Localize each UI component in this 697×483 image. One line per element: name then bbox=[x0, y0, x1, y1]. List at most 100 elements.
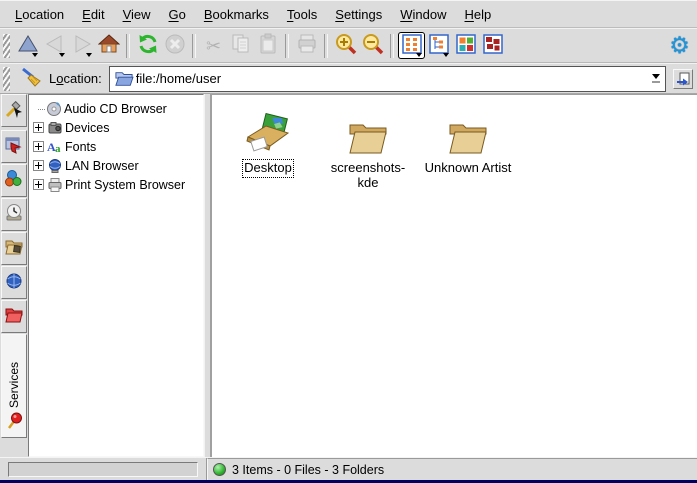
tree-guide bbox=[33, 99, 45, 118]
konqueror-gear-icon: ⚙ bbox=[669, 34, 690, 57]
reload-button[interactable] bbox=[134, 32, 161, 59]
home-button[interactable] bbox=[95, 32, 122, 59]
tree-view-dropdown-caret-icon bbox=[443, 53, 449, 57]
menubar: LocationEditViewGoBookmarksToolsSettings… bbox=[0, 1, 697, 28]
tree-item-devices[interactable]: Devices bbox=[33, 118, 203, 137]
configure-tools-icon bbox=[4, 99, 24, 122]
sidebar-tab-root-directory[interactable] bbox=[1, 300, 27, 333]
sidebar-configure-button[interactable] bbox=[1, 94, 27, 127]
sidebar-tab-web-sidebar[interactable] bbox=[1, 130, 27, 163]
menu-item-settings[interactable]: Settings bbox=[326, 4, 391, 25]
services-tab-label: Services bbox=[7, 362, 21, 408]
folder-icon bbox=[446, 105, 490, 157]
toolbar-separator bbox=[126, 34, 130, 58]
expand-plus-icon[interactable] bbox=[33, 122, 44, 133]
forward-dropdown-caret-icon bbox=[86, 53, 92, 57]
location-dropdown-button[interactable] bbox=[648, 68, 664, 90]
folder-icon bbox=[346, 105, 390, 157]
zoom-out-button[interactable] bbox=[359, 32, 386, 59]
stop-button[interactable] bbox=[161, 32, 188, 59]
dropdown-underline bbox=[652, 81, 660, 83]
tree-item-label: LAN Browser bbox=[65, 159, 139, 173]
go-button[interactable] bbox=[673, 69, 693, 89]
file-item-screenshots-kde[interactable]: screenshots-kde bbox=[318, 105, 418, 191]
audio-cd-icon bbox=[45, 101, 62, 117]
file-label: Unknown Artist bbox=[425, 161, 512, 176]
forward-button[interactable] bbox=[68, 32, 95, 59]
tree-item-print-system-browser[interactable]: Print System Browser bbox=[33, 175, 203, 194]
clear-location-broom-icon bbox=[20, 66, 42, 91]
printer-icon bbox=[46, 177, 63, 193]
sidebar-tab-services[interactable]: Services bbox=[1, 334, 27, 438]
services-tree-panel: Audio CD Browser Devices A bbox=[28, 94, 204, 457]
expand-plus-icon[interactable] bbox=[33, 160, 44, 171]
tree-item-label: Devices bbox=[65, 121, 109, 135]
tree-item-label: Fonts bbox=[65, 140, 96, 154]
green-led-icon bbox=[213, 463, 226, 476]
fonts-icon: A a bbox=[46, 139, 63, 155]
menu-item-window[interactable]: Window bbox=[391, 4, 455, 25]
file-item-desktop[interactable]: Desktop bbox=[218, 105, 318, 176]
window-red-arrow-icon bbox=[4, 135, 24, 158]
print-button[interactable] bbox=[293, 32, 320, 59]
up-button[interactable] bbox=[14, 32, 41, 59]
menu-item-go[interactable]: Go bbox=[160, 4, 195, 25]
location-input[interactable] bbox=[134, 71, 648, 86]
go-enter-icon bbox=[675, 71, 691, 87]
network-globe-icon bbox=[4, 271, 24, 294]
tree-item-label: Audio CD Browser bbox=[64, 102, 167, 116]
cut-button[interactable]: ✂ bbox=[200, 32, 227, 59]
sidebar-tab-network[interactable] bbox=[1, 266, 27, 299]
back-button[interactable] bbox=[41, 32, 68, 59]
open-folder-icon bbox=[114, 70, 134, 88]
tree-item-lan-browser[interactable]: LAN Browser bbox=[33, 156, 203, 175]
expand-plus-icon[interactable] bbox=[33, 179, 44, 190]
red-folder-icon bbox=[4, 305, 24, 328]
multicolumn-view-icon bbox=[455, 33, 477, 58]
sidebar-tab-applications[interactable] bbox=[1, 164, 27, 197]
zoom-in-magnifier-icon bbox=[335, 33, 357, 58]
text-view-button[interactable] bbox=[479, 32, 506, 59]
location-label: Location: bbox=[49, 71, 102, 86]
toolbar-drag-handle[interactable] bbox=[3, 34, 10, 58]
toolbar-separator bbox=[285, 34, 289, 58]
icon-view-button[interactable] bbox=[398, 32, 425, 59]
konqueror-button[interactable]: ⚙ bbox=[666, 32, 693, 59]
services-pin-icon bbox=[5, 412, 23, 433]
reload-icon bbox=[137, 33, 159, 58]
clear-location-button[interactable] bbox=[18, 66, 43, 91]
menu-item-location[interactable]: Location bbox=[6, 4, 73, 25]
menu-item-view[interactable]: View bbox=[114, 4, 160, 25]
locationbar-drag-handle[interactable] bbox=[3, 67, 10, 91]
home-folder-icon bbox=[4, 237, 24, 260]
zoom-in-button[interactable] bbox=[332, 32, 359, 59]
file-label: screenshots-kde bbox=[322, 161, 414, 191]
sidebar-splitter[interactable] bbox=[204, 94, 211, 457]
text-view-icon bbox=[482, 33, 504, 58]
colored-balls-icon bbox=[4, 169, 24, 192]
multicolumn-view-button[interactable] bbox=[452, 32, 479, 59]
statusbar: 3 Items - 0 Files - 3 Folders bbox=[0, 457, 697, 480]
file-item-unknown-artist[interactable]: Unknown Artist bbox=[418, 105, 518, 176]
expand-plus-icon[interactable] bbox=[33, 141, 44, 152]
history-clock-icon bbox=[4, 203, 24, 226]
up-dropdown-caret-icon bbox=[32, 53, 38, 57]
tree-item-audio-cd-browser[interactable]: Audio CD Browser bbox=[33, 99, 203, 118]
content-area: Services bbox=[0, 94, 697, 457]
menu-item-help[interactable]: Help bbox=[456, 4, 501, 25]
zoom-out-magnifier-icon bbox=[362, 33, 384, 58]
menu-item-edit[interactable]: Edit bbox=[73, 4, 113, 25]
copy-button[interactable] bbox=[227, 32, 254, 59]
file-icon-view[interactable]: Desktop screenshots-kde bbox=[211, 94, 697, 457]
menu-item-tools[interactable]: Tools bbox=[278, 4, 326, 25]
sidebar-tab-home-directory[interactable] bbox=[1, 232, 27, 265]
back-dropdown-caret-icon bbox=[59, 53, 65, 57]
toolbar-separator bbox=[324, 34, 328, 58]
paste-button[interactable] bbox=[254, 32, 281, 59]
home-icon bbox=[98, 33, 120, 58]
tree-view-button[interactable] bbox=[425, 32, 452, 59]
paste-clipboard-icon bbox=[257, 33, 279, 58]
tree-item-fonts[interactable]: A a Fonts bbox=[33, 137, 203, 156]
sidebar-tab-history[interactable] bbox=[1, 198, 27, 231]
menu-item-bookmarks[interactable]: Bookmarks bbox=[195, 4, 278, 25]
